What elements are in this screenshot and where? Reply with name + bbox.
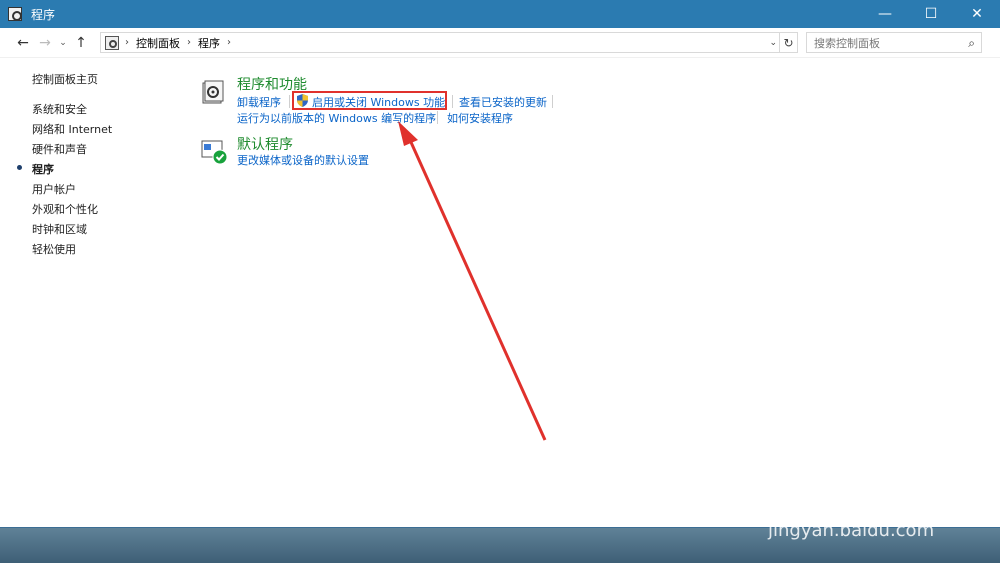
- watermark-url: jingyan.baidu.com: [768, 520, 935, 541]
